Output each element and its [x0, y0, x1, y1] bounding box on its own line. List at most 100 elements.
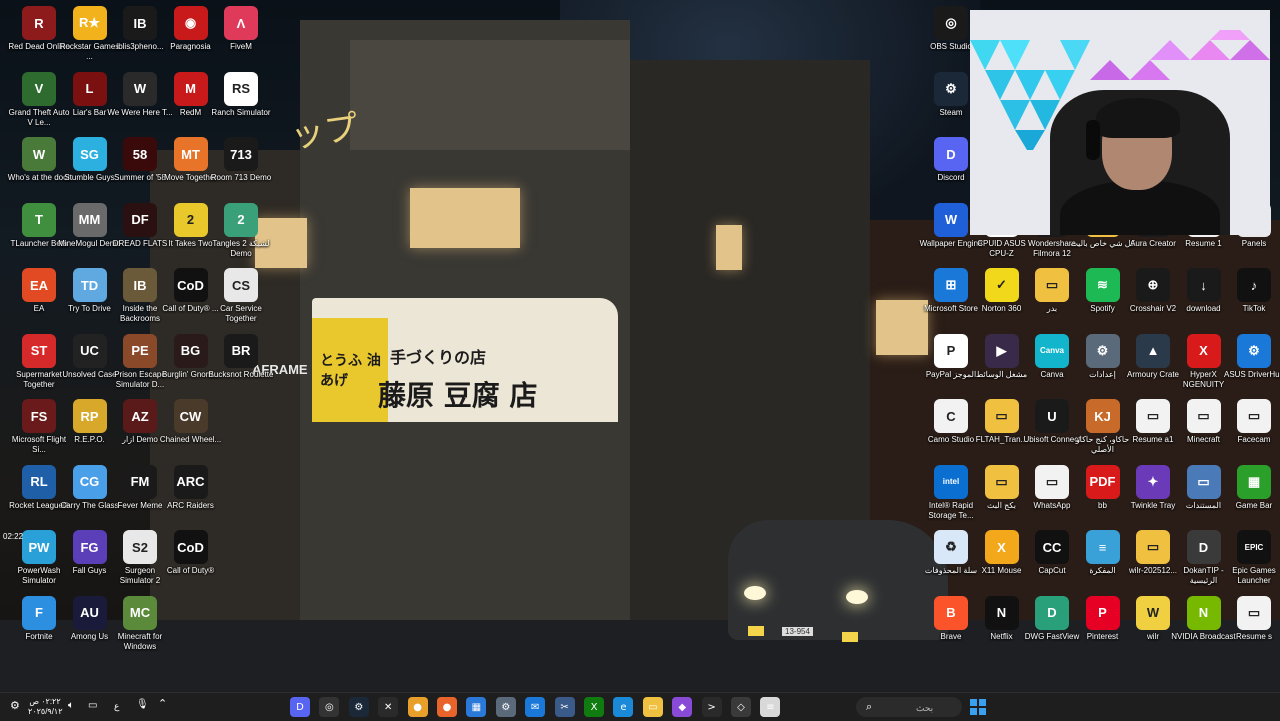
chevron-up-icon[interactable]: ⌃: [158, 699, 167, 710]
explorer-taskbar-icon[interactable]: ▭: [642, 697, 663, 717]
gta-icon: V: [22, 71, 56, 106]
copilot-taskbar-icon[interactable]: ◆: [672, 697, 693, 717]
snip-taskbar-icon[interactable]: ✂: [554, 697, 575, 717]
desktop-shortcut[interactable]: CoD Call of Duty®: [158, 530, 224, 576]
pdf-icon: PDF: [1085, 464, 1120, 499]
we-were-here-icon: W: [123, 71, 157, 106]
settings-taskbar-icon[interactable]: ⚙: [495, 697, 516, 717]
game-icon: KJ: [1085, 399, 1120, 433]
desktop-shortcut[interactable]: ARC ARC Raiders: [158, 464, 224, 511]
desktop-shortcut[interactable]: CS Car Service Together: [208, 268, 274, 324]
fog-light: [842, 632, 858, 642]
terminal-taskbar-icon[interactable]: >: [701, 697, 722, 717]
microphone-icon[interactable]: 🎙︎: [136, 700, 149, 710]
fivem-icon: Λ: [224, 6, 258, 40]
wilr-icon: W: [1136, 595, 1170, 630]
room713-icon: 713: [224, 137, 258, 171]
minecraft-win-icon: MC: [123, 595, 157, 630]
rocket-league-icon: RL: [22, 464, 56, 499]
firefox-taskbar-icon[interactable]: ●: [437, 697, 457, 717]
language-indicator[interactable]: ع: [114, 701, 119, 711]
store-taskbar-icon[interactable]: ◇: [731, 697, 751, 717]
zip-icon: ▭: [1136, 530, 1170, 564]
discord-icon: D: [934, 137, 968, 171]
shortcut-label: Panels: [1241, 238, 1267, 248]
drive-icon: TD: [72, 268, 107, 302]
obs-taskbar-icon[interactable]: ◎: [319, 697, 340, 717]
shortcut-label: Chained Wheel...: [159, 435, 222, 444]
media-player-icon: ▶: [984, 333, 1019, 368]
license-plate: 13-954: [782, 627, 813, 636]
tray-date: ٢٠٢٥/٩/١٢: [28, 707, 63, 716]
capcut-taskbar-icon[interactable]: ✕: [378, 697, 399, 717]
netflix-icon: N: [984, 595, 1019, 630]
asus-driver-icon: ⚙: [1237, 333, 1271, 368]
upper-floor: [350, 40, 630, 150]
recycle-bin-icon: ♻: [934, 530, 968, 564]
desktop-shortcut[interactable]: RS Ranch Simulator: [208, 71, 274, 118]
shortcut-label: Resume s: [1235, 631, 1272, 641]
desktop-shortcut[interactable]: ▭ Resume s: [1221, 595, 1280, 642]
edge-taskbar-icon[interactable]: e: [613, 697, 634, 717]
shop-side-text: とうふ 油あげ: [320, 353, 381, 389]
brave-icon: B: [934, 595, 968, 630]
dread-flats-icon: DF: [123, 202, 157, 237]
ms-store-icon: ⊞: [934, 268, 968, 302]
canva-icon: Canva: [1035, 333, 1069, 368]
notepad-taskbar-icon[interactable]: ≡: [760, 697, 781, 717]
desktop-shortcut[interactable]: ▭ Facecam: [1221, 399, 1280, 445]
nvidia-icon: N: [1186, 595, 1221, 630]
move-together-icon: MT: [173, 137, 208, 171]
desktop-shortcut[interactable]: Λ FiveM: [208, 6, 274, 52]
steam-taskbar-icon[interactable]: ⚙: [348, 697, 369, 717]
desktop-shortcut[interactable]: 2 Tangles 2 لشبكة Demo: [208, 202, 274, 259]
xbox-taskbar-icon[interactable]: X: [584, 697, 604, 717]
desktop-shortcut[interactable]: BR Bucksnot Roulette: [208, 333, 274, 380]
headlight: [744, 586, 766, 600]
shop-top-text: 手づくりの店: [390, 348, 487, 367]
desktop-shortcut[interactable]: ⚙ ASUS DriverHub: [1221, 333, 1280, 380]
hyperx-icon: X: [1186, 333, 1221, 368]
door-icon: W: [22, 137, 56, 171]
desktop-shortcut[interactable]: ▦ Game Bar: [1221, 464, 1280, 511]
photos-taskbar-icon[interactable]: ▦: [466, 697, 487, 717]
notifications-icon[interactable]: ⚙: [10, 701, 20, 712]
shop-main-text: 藤原 豆腐 店: [378, 379, 538, 412]
desktop-shortcut[interactable]: CW Chained Wheel...: [158, 399, 224, 445]
folder3-icon: ▭: [1035, 268, 1069, 302]
tray-clock[interactable]: ٠٢:٢٢ ص ٢٠٢٥/٩/١٢: [28, 697, 63, 717]
tangles-icon: 2: [224, 202, 258, 237]
unsolved-icon: UC: [72, 333, 107, 368]
network-icon[interactable]: ▭: [88, 701, 97, 711]
start-icon[interactable]: [968, 697, 988, 717]
wallpaper-engine-icon: W: [934, 202, 968, 237]
arc-raiders-icon: ARC: [173, 464, 208, 499]
webcam-overlay: [970, 10, 1270, 235]
chained-icon: CW: [173, 399, 208, 433]
search-box[interactable]: ⌕ بحث: [856, 697, 962, 717]
camo-icon: C: [934, 399, 968, 433]
volume-icon[interactable]: 🔈︎: [68, 701, 74, 711]
desktop-shortcut[interactable]: 713 Room 713 Demo: [208, 137, 274, 183]
desktop-shortcut[interactable]: ♪ TikTok: [1221, 268, 1280, 314]
facecam-icon: ▭: [1237, 399, 1271, 433]
gamebar-icon: ▦: [1237, 464, 1271, 499]
steam-icon: ⚙: [934, 71, 968, 106]
supermarket-icon: ST: [22, 333, 56, 368]
headset: [1086, 120, 1100, 160]
mail-taskbar-icon[interactable]: ✉: [525, 697, 546, 717]
burglin-icon: BG: [173, 333, 208, 368]
fog-light: [748, 626, 764, 636]
azar-icon: AZ: [123, 399, 157, 433]
shortcut-label: ASUS DriverHub: [1223, 369, 1280, 379]
paypal-icon: P: [934, 333, 968, 368]
settings-icon: ⚙: [1085, 333, 1120, 368]
cod2-icon: CoD: [173, 530, 208, 564]
desktop-shortcut[interactable]: MC Minecraft for Windows: [107, 595, 173, 652]
discord-taskbar-icon[interactable]: D: [290, 697, 310, 717]
car-service-icon: CS: [224, 268, 258, 302]
lit-window: [410, 188, 520, 248]
streamer-hair: [1096, 98, 1180, 138]
chrome-taskbar-icon[interactable]: ●: [407, 697, 428, 717]
desktop-shortcut[interactable]: EPIC Epic Games Launcher: [1221, 530, 1280, 586]
